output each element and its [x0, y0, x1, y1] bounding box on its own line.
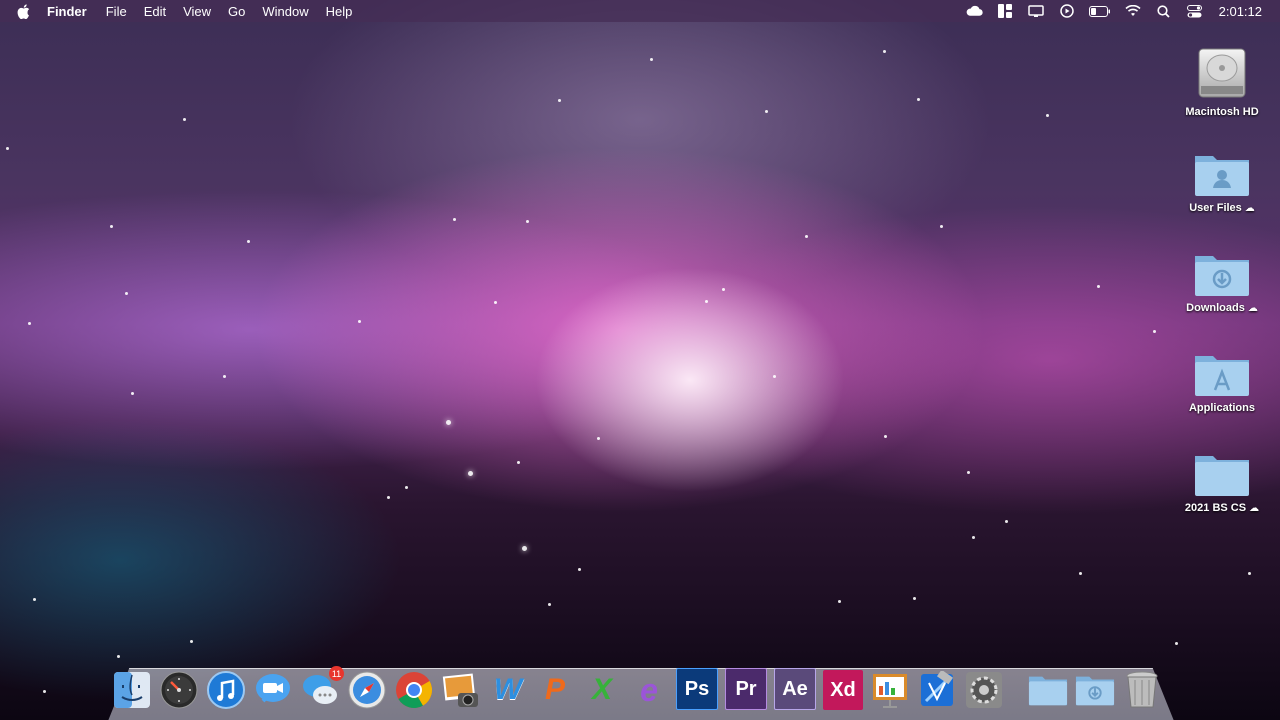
iphoto-icon[interactable]	[441, 670, 481, 710]
safari-icon[interactable]	[347, 670, 387, 710]
finder-icon[interactable]	[112, 670, 152, 710]
desktop-icon-label: Downloads	[1186, 302, 1245, 314]
word-glyph: W	[493, 673, 523, 706]
desktop-icon-macintosh-hd[interactable]: Macintosh HD	[1167, 46, 1277, 118]
desktop-icon-applications[interactable]: Applications	[1167, 350, 1277, 414]
desktop-icon-label: 2021 BS CS	[1184, 502, 1247, 514]
menu-view[interactable]: View	[183, 4, 211, 19]
photoshop-glyph: Ps	[684, 677, 710, 700]
user-folder-icon	[1195, 156, 1249, 196]
menu-window[interactable]: Window	[262, 4, 308, 19]
menu-bar: Finder File Edit View Go Window Help 2:0…	[0, 0, 1280, 22]
aftereffects-glyph: Ae	[782, 677, 808, 700]
excel-glyph: X	[591, 673, 612, 706]
wifi-icon[interactable]	[1124, 4, 1142, 18]
powerpoint-icon[interactable]: P	[535, 670, 575, 710]
word-icon[interactable]: W	[488, 670, 528, 710]
window-layout-icon[interactable]	[996, 4, 1014, 18]
folder-icon	[1195, 456, 1249, 496]
desktop-wallpaper	[0, 0, 1280, 720]
xd-icon[interactable]: Xd	[823, 670, 863, 710]
hard-drive-icon	[1198, 48, 1246, 98]
desktop-icon-label: Applications	[1188, 402, 1255, 414]
messages-icon[interactable]: 11	[300, 666, 344, 710]
desktop-icon-label: User Files	[1189, 202, 1242, 214]
dashboard-icon[interactable]	[159, 670, 199, 710]
desktop-icon-2021-bs-cs[interactable]: 2021 BS CS ☁	[1167, 450, 1277, 514]
premiere-icon[interactable]: Pr	[725, 668, 767, 710]
applications-folder-icon	[1195, 356, 1249, 396]
chrome-icon[interactable]	[394, 670, 434, 710]
desktop-icon-downloads[interactable]: Downloads ☁	[1167, 250, 1277, 314]
downloads-folder-icon	[1195, 256, 1249, 296]
settings-icon[interactable]	[964, 670, 1004, 710]
play-icon[interactable]	[1058, 4, 1076, 18]
downloads-folder-icon[interactable]	[1075, 670, 1115, 710]
menu-go[interactable]: Go	[228, 4, 245, 19]
battery-icon[interactable]	[1088, 4, 1111, 18]
icloud-download-icon: ☁	[1249, 503, 1260, 514]
desktop-icon-label: Macintosh HD	[1185, 106, 1259, 118]
powerpoint-glyph: P	[544, 673, 565, 706]
dock-separator	[1011, 670, 1021, 710]
photoshop-icon[interactable]: Ps	[676, 668, 718, 710]
icloud-download-icon: ☁	[1247, 303, 1258, 314]
menu-file[interactable]: File	[106, 4, 127, 19]
xd-glyph: Xd	[830, 678, 856, 701]
facetime-icon[interactable]	[253, 670, 293, 710]
menu-edit[interactable]: Edit	[144, 4, 166, 19]
folder-icon[interactable]	[1028, 670, 1068, 710]
messages-badge: 11	[329, 666, 344, 681]
keynote-icon[interactable]	[870, 670, 910, 710]
icloud-download-icon: ☁	[1244, 203, 1255, 214]
itunes-icon[interactable]	[206, 670, 246, 710]
search-icon[interactable]	[1155, 4, 1173, 18]
desktop-icon-user-files[interactable]: User Files ☁	[1167, 150, 1277, 214]
premiere-glyph: Pr	[735, 677, 757, 700]
menu-help[interactable]: Help	[326, 4, 353, 19]
excel-icon[interactable]: X	[582, 670, 622, 710]
trash-icon[interactable]	[1122, 670, 1162, 710]
apple-menu-icon[interactable]	[17, 3, 31, 19]
onenote-glyph: e	[640, 671, 658, 708]
xcode-icon[interactable]	[917, 670, 957, 710]
onenote-icon[interactable]: e	[629, 670, 669, 710]
display-icon[interactable]	[1027, 4, 1045, 18]
dock: 11 W P X e Ps Pr Ae Xd	[112, 660, 1169, 710]
aftereffects-icon[interactable]: Ae	[774, 668, 816, 710]
menubar-clock[interactable]: 2:01:12	[1219, 4, 1262, 19]
control-center-icon[interactable]	[1186, 4, 1204, 18]
menu-app-name[interactable]: Finder	[47, 4, 87, 19]
cloud-icon[interactable]	[965, 4, 983, 18]
